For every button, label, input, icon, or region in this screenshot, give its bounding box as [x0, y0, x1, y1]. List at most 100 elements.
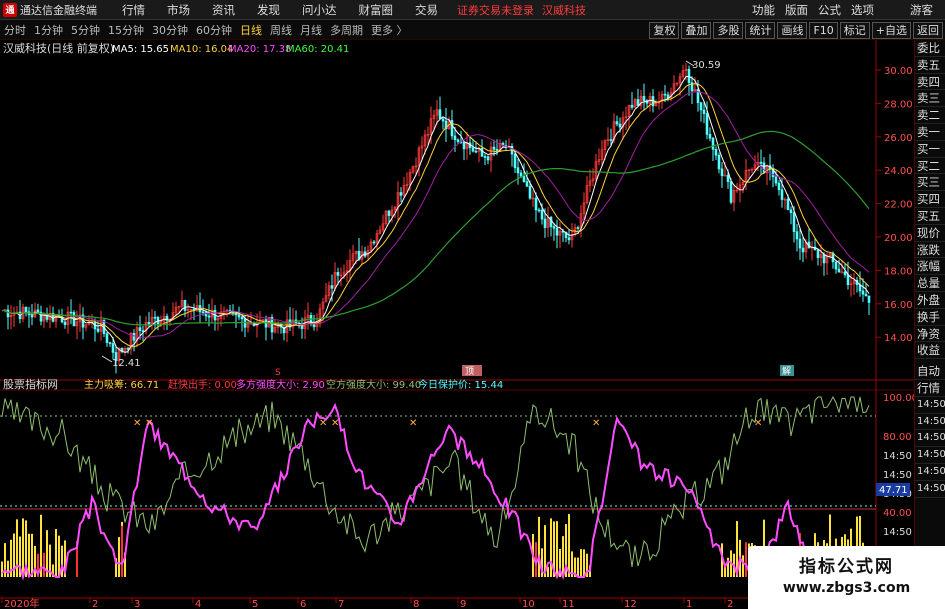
period-tab[interactable]: 5分钟 — [67, 22, 104, 38]
menu-trade[interactable]: 交易 — [404, 2, 449, 18]
cross-marker: ✕ — [754, 418, 762, 429]
side-time-item: 14:50 — [915, 397, 945, 414]
login-notice[interactable]: 证券交易未登录 — [457, 2, 534, 18]
candle-body — [663, 93, 667, 96]
candle-body — [105, 333, 109, 343]
cross-marker: ✕ — [409, 418, 417, 429]
side-quote-item[interactable]: 总量 — [915, 275, 945, 292]
candle-body — [132, 332, 136, 341]
indicator-label: 今日保护价: 15.44 — [418, 378, 503, 391]
y-tick-label: 24.00 — [884, 166, 913, 177]
menu-layout[interactable]: 版面 — [780, 2, 813, 18]
main-y-axis: 30.00 28.00 26.00 24.00 22.00 20.00 18.00 16.00… — [876, 66, 913, 344]
side-quote-item[interactable]: 买二 — [915, 158, 945, 175]
watermark-url: www.zbgs3.com — [782, 580, 911, 596]
period-tab[interactable]: 分时 — [0, 22, 30, 38]
candle-body — [687, 68, 691, 83]
ma-legend: MA5: 15.65 MA10: 16.04MA20: 17.38MA60: 20… — [112, 44, 349, 55]
side-quote-item[interactable]: 买四 — [915, 191, 945, 208]
f10-button[interactable]: F10 — [809, 21, 838, 39]
x-tick-label: 9 — [460, 599, 466, 609]
menu-function[interactable]: 功能 — [747, 2, 780, 18]
mark-button[interactable]: 标记 — [839, 21, 870, 39]
x-tick-label: 7 — [338, 599, 344, 609]
cross-marker: ✕ — [319, 418, 327, 429]
side-quote-item[interactable]: 净资 — [915, 326, 945, 343]
candle-body — [792, 212, 796, 232]
side-quote-item[interactable]: 现价 — [915, 225, 945, 242]
candle-body — [387, 210, 391, 216]
period-tab[interactable]: 月线 — [296, 22, 326, 38]
period-tab[interactable]: 更多 〉 — [367, 22, 412, 38]
side-mode-item[interactable]: 行情 — [915, 380, 945, 397]
x-tick-label: 12 — [624, 599, 637, 609]
chart-canvas[interactable]: 汉威科技(日线 前复权) MA5: 15.65 MA10: 16.04MA20: … — [0, 40, 918, 609]
menu-formula[interactable]: 公式 — [813, 2, 846, 18]
restore-rights-button[interactable]: 复权 — [649, 21, 680, 39]
side-quote-item[interactable]: 买三 — [915, 174, 945, 192]
stats-button[interactable]: 统计 — [745, 21, 776, 39]
menu-wealth[interactable]: 财富圈 — [348, 2, 405, 18]
period-tab[interactable]: 1分钟 — [30, 22, 67, 38]
period-tab[interactable]: 15分钟 — [104, 22, 148, 38]
back-button[interactable]: 返回 — [913, 21, 943, 39]
menu-options[interactable]: 选项 — [846, 2, 879, 18]
menu-news[interactable]: 资讯 — [201, 2, 246, 18]
side-quote-item[interactable]: 买一 — [915, 141, 945, 158]
period-tab-active[interactable]: 日线 — [236, 22, 266, 38]
quote-side-panel: 委比 卖五 卖四 卖三 卖二 卖一 买一 买二 买三 买四 买五 现价 涨跌 涨幅 总量 外盘 换手 净资 收益 自… — [914, 40, 945, 609]
multi-stock-button[interactable]: 多股 — [713, 21, 744, 39]
side-quote-item[interactable]: 卖四 — [915, 74, 945, 91]
candle-body — [534, 197, 538, 211]
candle-body — [609, 139, 613, 141]
y-tick-label: 18.00 — [884, 266, 913, 277]
candle-body — [519, 172, 523, 177]
add-watchlist-button[interactable]: +自选 — [871, 21, 911, 39]
y-tick-label: 22.00 — [884, 200, 913, 211]
side-quote-item[interactable]: 卖一 — [915, 124, 945, 141]
side-quote-item[interactable]: 外盘 — [915, 292, 945, 309]
side-quote-item[interactable]: 涨幅 — [915, 258, 945, 276]
candle-body — [138, 327, 142, 331]
chart-area[interactable]: 汉威科技(日线 前复权) MA5: 15.65 MA10: 16.04 MA20: … — [0, 40, 918, 609]
side-quote-item[interactable]: 涨跌 — [915, 242, 945, 259]
watermark-overlay: 指标公式网 www.zbgs3.com — [748, 546, 945, 609]
candle-body — [24, 306, 28, 313]
overlay-button[interactable]: 叠加 — [681, 21, 712, 39]
candle-body — [96, 328, 100, 332]
menu-quotes[interactable]: 行情 — [111, 2, 156, 18]
side-quote-item[interactable]: 收益 — [915, 342, 945, 360]
candle-body — [705, 113, 709, 135]
candle-body — [864, 293, 868, 297]
side-quote-item[interactable]: 买五 — [915, 208, 945, 225]
y-tick-label: 30.00 — [884, 66, 913, 77]
guest-label[interactable]: 游客 — [905, 2, 945, 18]
candle-body — [720, 168, 724, 177]
candle-body — [111, 343, 115, 353]
indicator-y-label: 80.00 — [883, 432, 912, 443]
side-quote-item[interactable]: 换手 — [915, 309, 945, 326]
side-quote-item[interactable]: 委比 — [915, 40, 945, 57]
side-quote-item[interactable]: 卖三 — [915, 90, 945, 108]
candle-body — [456, 139, 460, 142]
period-tab[interactable]: 多周期 — [326, 22, 367, 38]
side-time-item: 14:50 — [915, 414, 945, 431]
side-quote-item[interactable]: 卖二 — [915, 107, 945, 124]
low-price-pointer — [101, 355, 113, 363]
period-tab[interactable]: 周线 — [266, 22, 296, 38]
period-tab[interactable]: 30分钟 — [148, 22, 192, 38]
x-tick-label: 2 — [727, 599, 733, 609]
menu-ask[interactable]: 问小达 — [291, 2, 348, 18]
menu-discover[interactable]: 发现 — [246, 2, 291, 18]
candle-body — [147, 321, 151, 325]
indicator-label: 主力吸筹: 66.71 — [84, 378, 159, 391]
candle-body — [336, 272, 340, 276]
draw-line-button[interactable]: 画线 — [777, 21, 808, 39]
candle-body — [630, 104, 634, 108]
side-quote-item[interactable]: 卖五 — [915, 57, 945, 74]
y-tick-label: 26.00 — [884, 133, 913, 144]
candle-body — [786, 198, 790, 211]
menu-market[interactable]: 市场 — [156, 2, 201, 18]
period-tab[interactable]: 60分钟 — [192, 22, 236, 38]
side-mode-item[interactable]: 自动 — [915, 363, 945, 380]
